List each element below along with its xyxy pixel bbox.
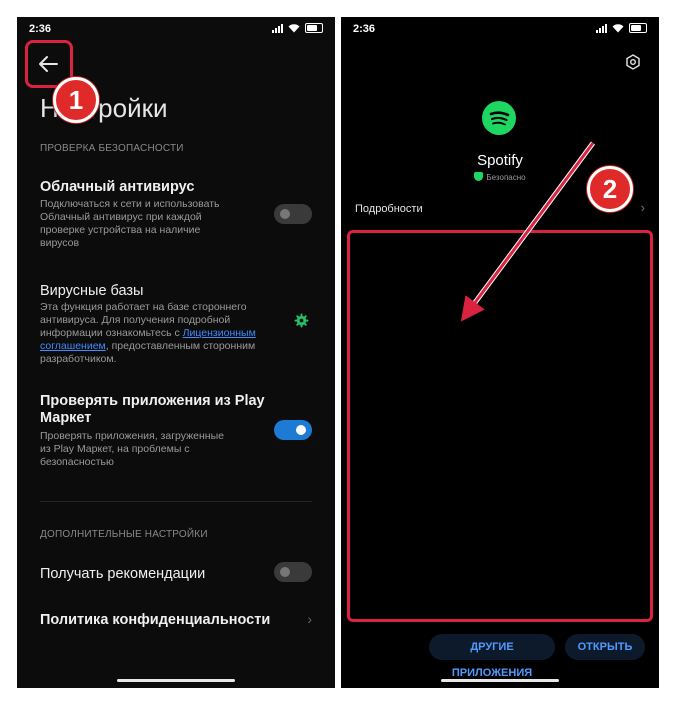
gesture-bar [117,679,235,682]
recommendations-toggle[interactable] [274,562,312,582]
cloud-antivirus-desc: Подключаться к сети и использовать Облач… [40,198,220,249]
other-apps-button[interactable]: ДРУГИЕ ПРИЛОЖЕНИЯ [429,634,555,679]
highlight-frame [347,230,653,622]
app-scan-screen: 2:36 Spotify Безопасно Подробности › ДРУ… [341,17,659,688]
agreement-link[interactable]: соглашением [40,340,106,352]
status-bar: 2:36 [353,23,647,37]
status-time: 2:36 [353,23,376,35]
play-check-desc: Проверять приложения, загруженные из Pla… [40,430,224,468]
battery-icon [629,23,647,33]
privacy-policy-item[interactable]: Политика конфиденциальности [40,612,270,629]
signal-icon [596,23,607,33]
step-badge-1: 1 [53,77,99,123]
virus-db-title: Вирусные базы [40,283,144,299]
battery-icon [305,23,323,33]
open-button[interactable]: ОТКРЫТЬ [565,634,645,660]
signal-icon [272,23,283,33]
wifi-icon [612,24,624,33]
details-link[interactable]: Подробности [355,203,423,215]
section-additional: ДОПОЛНИТЕЛЬНЫЕ НАСТРОЙКИ [40,529,208,540]
step-badge-2: 2 [587,166,633,212]
wifi-icon [288,24,300,33]
section-security-check: ПРОВЕРКА БЕЗОПАСНОСТИ [40,143,184,154]
gear-icon[interactable] [294,313,309,328]
virus-db-desc: Эта функция работает на базе стороннего … [40,301,256,365]
status-time: 2:36 [29,23,52,35]
play-check-title: Проверять приложения из Play Маркет [40,393,265,426]
chevron-right-icon: › [307,611,312,627]
cloud-antivirus-title: Облачный антивирус [40,179,195,195]
gesture-bar [441,679,559,682]
spotify-logo-icon [482,101,516,135]
divider [40,501,312,502]
chevron-right-icon: › [640,200,645,215]
recommendations-title: Получать рекомендации [40,566,206,582]
license-link[interactable]: Лицензионным [183,327,256,339]
cloud-antivirus-toggle[interactable] [274,204,312,224]
shield-icon [474,172,484,181]
play-check-toggle[interactable] [274,420,312,440]
settings-icon[interactable] [625,54,641,70]
arrow-left-icon [39,56,58,72]
status-bar: 2:36 [29,23,323,37]
